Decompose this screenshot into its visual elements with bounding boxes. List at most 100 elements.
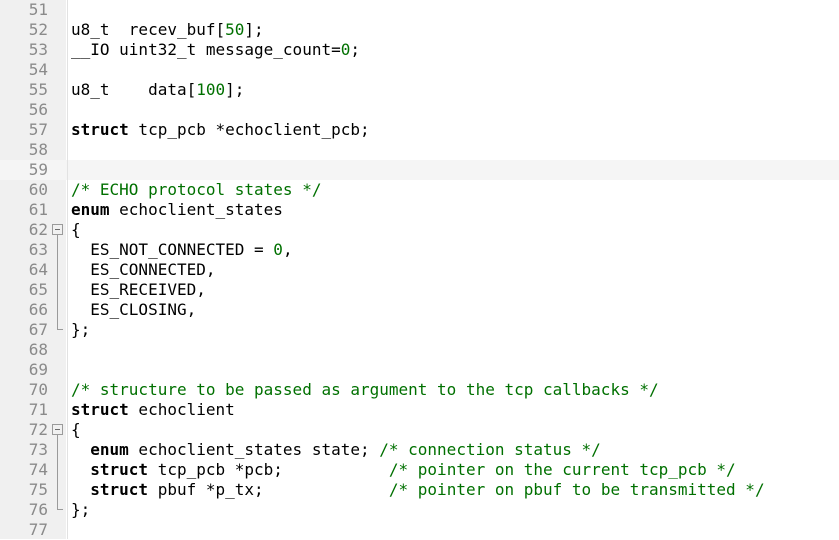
line-number: 54 [28,60,48,79]
fold-rail-segment [57,300,58,320]
gutter-separator [67,0,68,539]
token-num: 100 [196,80,226,99]
code-text[interactable]: enum echoclient_states [71,200,283,220]
code-line[interactable]: 55 u8_t data[100]; [0,80,839,100]
fold-rail-segment [57,280,58,300]
code-line[interactable]: 53 __IO uint32_t message_count=0; [0,40,839,60]
code-text[interactable]: struct echoclient [71,400,235,420]
code-line[interactable]: 72 { [0,420,839,440]
code-line[interactable]: 70 /* structure to be passed as argument … [0,380,839,400]
code-line[interactable]: 69 [0,360,839,380]
code-text[interactable]: u8_t data[100]; [71,80,244,100]
code-line[interactable]: 64 ES_CONNECTED, [0,260,839,280]
code-text[interactable]: { [71,220,81,240]
token-plain: ES_CONNECTED, [71,260,216,279]
code-text[interactable]: { [71,420,81,440]
line-number: 72 [28,420,48,439]
code-text[interactable]: ES_CONNECTED, [71,260,216,280]
code-text[interactable]: ES_CLOSING, [71,300,196,320]
code-text[interactable]: ES_RECEIVED, [71,280,206,300]
fold-column-empty [51,200,66,220]
code-text[interactable]: /* structure to be passed as argument to… [71,380,659,400]
code-text[interactable]: }; [71,500,90,520]
code-line[interactable]: 58 [0,140,839,160]
code-text[interactable]: u8_t recev_buf[50]; [71,20,264,40]
code-line[interactable]: 73 enum echoclient_states state; /* conn… [0,440,839,460]
fold-column-empty [51,100,66,120]
fold-collapse-icon[interactable] [51,220,66,240]
code-line[interactable]: 66 ES_CLOSING, [0,300,839,320]
token-plain: ]; [244,20,264,39]
code-text[interactable]: struct tcp_pcb *pcb; /* pointer on the c… [71,460,736,480]
code-lines-container: 51 52 u8_t recev_buf[50]; 53 __IO uint32_t m… [0,0,839,540]
fold-column-empty [51,40,66,60]
token-kw: enum [71,200,110,219]
fold-minus-icon[interactable] [52,424,63,435]
token-comment: /* pointer on the current tcp_pcb */ [388,460,736,479]
code-text[interactable]: ES_NOT_CONNECTED = 0, [71,240,292,260]
code-line[interactable]: 71 struct echoclient [0,400,839,420]
fold-rail [51,240,66,260]
code-line[interactable]: 62 { [0,220,839,240]
fold-rail [51,280,66,300]
fold-column-empty [51,380,66,400]
line-number: 55 [28,80,48,99]
code-text[interactable]: enum echoclient_states state; /* connect… [71,440,601,460]
code-line[interactable]: 59 [0,160,839,180]
token-plain: pbuf *p_tx; [148,480,389,499]
line-number: 77 [28,520,48,539]
code-line[interactable]: 54 [0,60,839,80]
code-line[interactable]: 68 [0,340,839,360]
token-num: 0 [273,240,283,259]
code-text[interactable]: /* ECHO protocol states */ [71,180,321,200]
code-line[interactable]: 56 [0,100,839,120]
line-number: 69 [28,360,48,379]
token-plain: ES_CLOSING, [71,300,197,319]
code-text[interactable]: struct pbuf *p_tx; /* pointer on pbuf to… [71,480,765,500]
token-kw: struct [71,120,129,139]
line-number: 56 [28,100,48,119]
line-number: 71 [28,400,48,419]
code-text[interactable]: }; [71,320,90,340]
token-kw: struct [90,480,149,499]
line-number: 63 [28,240,48,259]
token-comment: /* structure to be passed as argument to… [71,380,659,399]
token-kw: struct [71,400,129,419]
fold-column-empty [51,120,66,140]
fold-end-foot [57,329,63,330]
token-plain: ES_NOT_CONNECTED = [71,240,274,259]
fold-end-marker [51,500,66,520]
fold-rail-segment [57,460,58,480]
code-line[interactable]: 52 u8_t recev_buf[50]; [0,20,839,40]
line-number: 67 [28,320,48,339]
token-plain: echoclient_states [109,200,283,219]
fold-column-empty [51,140,66,160]
fold-column-empty [51,80,66,100]
code-line[interactable]: 51 [0,0,839,20]
code-line[interactable]: 74 struct tcp_pcb *pcb; /* pointer on th… [0,460,839,480]
code-line[interactable]: 60 /* ECHO protocol states */ [0,180,839,200]
code-line[interactable]: 76}; [0,500,839,520]
fold-column-empty [51,0,66,20]
token-kw: struct [90,460,149,479]
token-plain: }; [71,500,91,519]
code-text[interactable]: struct tcp_pcb *echoclient_pcb; [71,120,370,140]
code-line[interactable]: 57 struct tcp_pcb *echoclient_pcb; [0,120,839,140]
code-line[interactable]: 67}; [0,320,839,340]
fold-rail [51,480,66,500]
code-line[interactable]: 77 [0,520,839,540]
code-line[interactable]: 63 ES_NOT_CONNECTED = 0, [0,240,839,260]
code-line[interactable]: 61 enum echoclient_states [0,200,839,220]
code-line[interactable]: 65 ES_RECEIVED, [0,280,839,300]
code-editor[interactable]: 51 52 u8_t recev_buf[50]; 53 __IO uint32_t m… [0,0,839,539]
token-comment: /* pointer on pbuf to be transmitted */ [388,480,765,499]
token-plain: echoclient_states state; [128,440,380,459]
fold-column-empty [51,160,66,180]
code-text[interactable]: __IO uint32_t message_count=0; [71,40,360,60]
code-line[interactable]: 75 struct pbuf *p_tx; /* pointer on pbuf… [0,480,839,500]
fold-collapse-icon[interactable] [51,420,66,440]
fold-minus-icon[interactable] [52,224,63,235]
